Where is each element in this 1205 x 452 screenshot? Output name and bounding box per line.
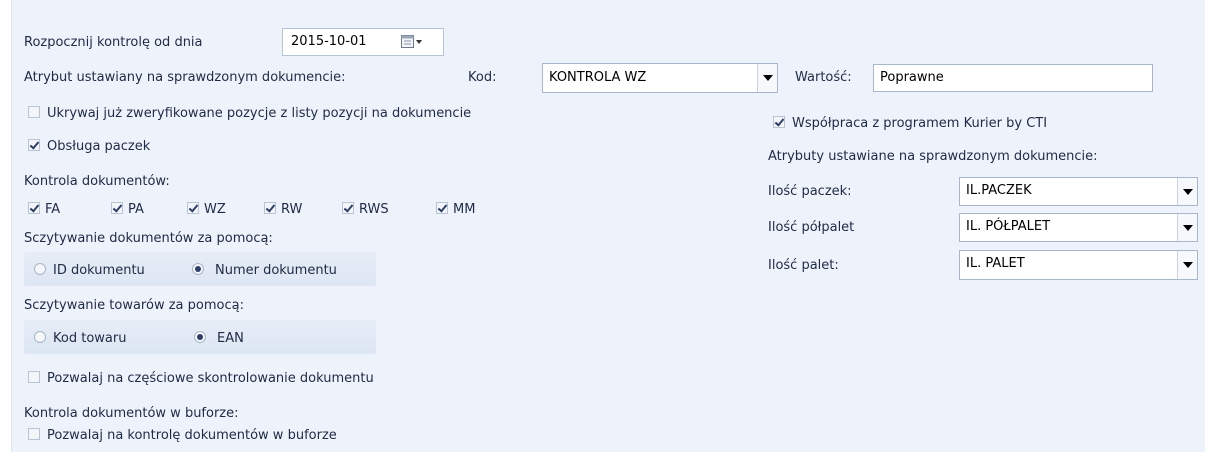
doc-type-wz-checkbox[interactable] (187, 202, 199, 214)
doc-type-mm-label: MM (453, 202, 476, 217)
doc-scan-option-number[interactable]: Numer dokumentu (192, 262, 337, 280)
parcels-label: Obsługa paczek (47, 139, 151, 154)
doc-scan-option-id[interactable]: ID dokumentu (34, 262, 145, 280)
kod-combo-value: KONTROLA WZ (549, 70, 647, 85)
parcels-checkbox[interactable] (28, 139, 40, 151)
doc-type-rws-label: RWS (359, 202, 389, 217)
hide-verified-label: Ukrywaj już zweryfikowane pozycje z list… (47, 106, 472, 121)
start-date-label: Rozpocznij kontrolę od dnia (24, 35, 203, 50)
partial-label: Pozwalaj na częściowe skontrolowanie dok… (47, 371, 374, 386)
partial-checkbox[interactable] (28, 371, 40, 383)
doc-type-rw-checkbox[interactable] (264, 202, 276, 214)
doc-type-rws-checkbox[interactable] (342, 202, 354, 214)
pallets-value: IL. PALET (966, 256, 1025, 271)
hide-verified-checkbox[interactable] (28, 106, 40, 118)
goods-scan-option-code-label: Kod towaru (53, 331, 127, 346)
parcels-count-label: Ilość paczek: (768, 184, 852, 199)
half-pallets-value: IL. PÓŁPALET (966, 219, 1051, 234)
pallets-combo[interactable]: IL. PALET (959, 250, 1198, 280)
courier-attrs-label: Atrybuty ustawiane na sprawdzonym dokume… (768, 149, 1098, 164)
doc-scan-option-number-label: Numer dokumentu (215, 263, 337, 278)
doc-control-label: Kontrola dokumentów: (24, 174, 170, 189)
kod-label: Kod: (468, 70, 497, 85)
partial-option[interactable]: Pozwalaj na częściowe skontrolowanie dok… (28, 370, 374, 388)
parcels-count-combo[interactable]: IL.PACZEK (959, 177, 1198, 206)
half-pallets-combo[interactable]: IL. PÓŁPALET (959, 213, 1198, 242)
doc-scan-radio-id[interactable] (34, 263, 46, 275)
courier-checkbox[interactable] (773, 116, 785, 128)
buffer-option-label: Pozwalaj na kontrolę dokumentów w buforz… (47, 428, 337, 443)
goods-scan-option-code[interactable]: Kod towaru (34, 330, 126, 348)
doc-type-pa[interactable]: PA (111, 201, 144, 219)
goods-scan-option-ean-label: EAN (217, 331, 244, 346)
start-date-value: 2015-10-01 (291, 34, 367, 49)
doc-type-mm-checkbox[interactable] (436, 202, 448, 214)
wartosc-label: Wartość: (795, 70, 852, 85)
goods-scan-option-ean[interactable]: EAN (194, 330, 244, 348)
wartosc-input[interactable]: Poprawne (873, 64, 1153, 92)
doc-type-rw[interactable]: RW (264, 201, 302, 219)
chevron-down-icon[interactable] (1177, 214, 1197, 241)
chevron-down-icon[interactable] (1177, 251, 1197, 279)
parcels-option[interactable]: Obsługa paczek (28, 138, 150, 156)
pallets-label: Ilość palet: (768, 258, 839, 273)
doc-scan-label: Sczytywanie dokumentów za pomocą: (24, 231, 273, 246)
chevron-down-icon[interactable] (1177, 178, 1197, 205)
chevron-down-icon[interactable] (757, 64, 777, 92)
buffer-label: Kontrola dokumentów w buforze: (24, 406, 239, 421)
courier-option[interactable]: Współpraca z programem Kurier by CTI (773, 115, 1047, 133)
hide-verified-option[interactable]: Ukrywaj już zweryfikowane pozycje z list… (28, 105, 471, 123)
calendar-dropdown-icon[interactable] (401, 35, 423, 53)
doc-type-wz-label: WZ (204, 202, 226, 217)
goods-scan-label: Sczytywanie towarów za pomocą: (24, 298, 244, 313)
half-pallets-label: Ilość półpalet (768, 220, 855, 235)
doc-type-wz[interactable]: WZ (187, 201, 226, 219)
doc-type-fa-label: FA (45, 202, 61, 217)
doc-scan-option-id-label: ID dokumentu (53, 263, 145, 278)
wartosc-value: Poprawne (880, 70, 944, 85)
doc-type-pa-checkbox[interactable] (111, 202, 123, 214)
buffer-checkbox[interactable] (28, 428, 40, 440)
doc-type-fa-checkbox[interactable] (28, 202, 40, 214)
kod-combo[interactable]: KONTROLA WZ (542, 63, 778, 93)
goods-scan-radio-ean[interactable] (194, 331, 206, 343)
doc-type-rws[interactable]: RWS (342, 201, 389, 219)
parcels-count-value: IL.PACZEK (966, 183, 1032, 198)
courier-label: Współpraca z programem Kurier by CTI (792, 116, 1048, 131)
doc-scan-radio-number[interactable] (192, 263, 204, 275)
doc-type-mm[interactable]: MM (436, 201, 475, 219)
attribute-label: Atrybut ustawiany na sprawdzonym dokumen… (24, 70, 346, 85)
buffer-option[interactable]: Pozwalaj na kontrolę dokumentów w buforz… (28, 427, 337, 445)
start-date-picker[interactable]: 2015-10-01 (282, 28, 444, 56)
goods-scan-radio-code[interactable] (34, 331, 46, 343)
doc-type-rw-label: RW (281, 202, 303, 217)
doc-type-pa-label: PA (128, 202, 144, 217)
doc-type-fa[interactable]: FA (28, 201, 60, 219)
